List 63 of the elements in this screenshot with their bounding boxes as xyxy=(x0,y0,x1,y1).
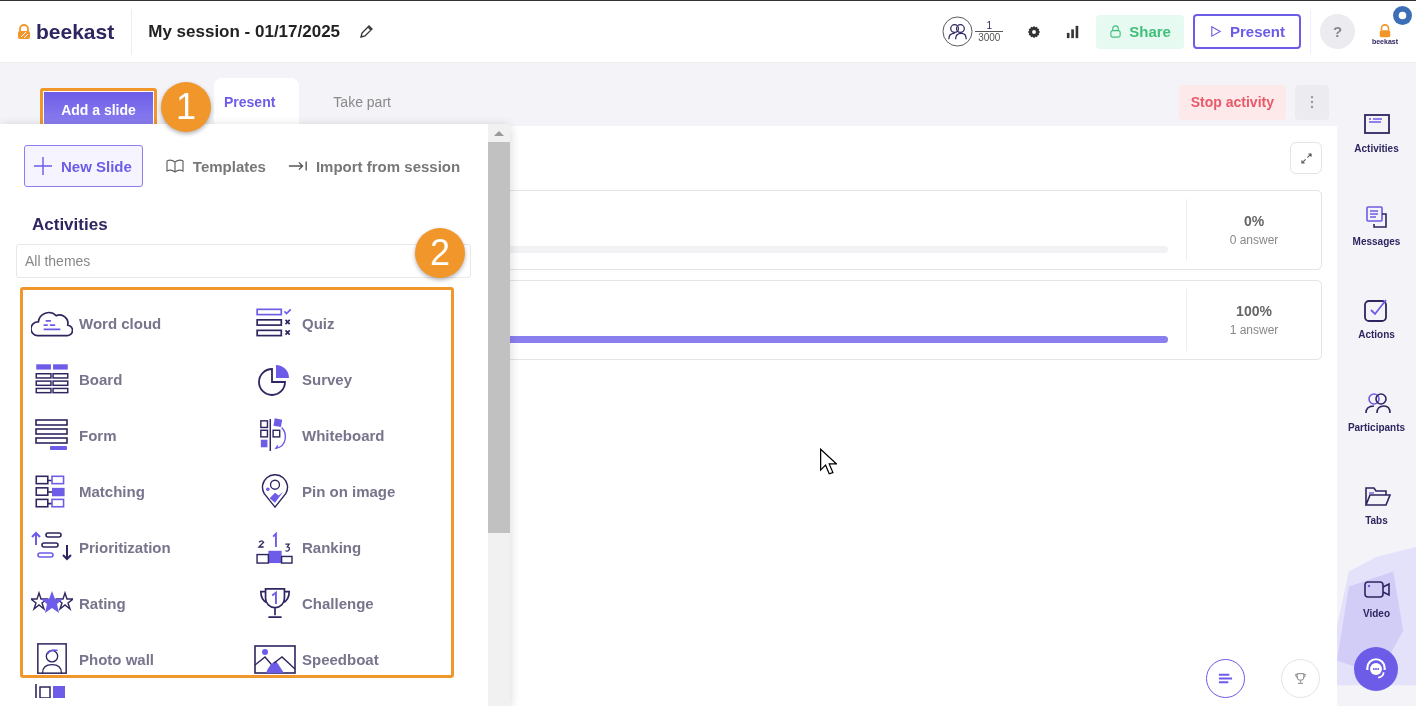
podium-icon xyxy=(254,530,296,564)
sidebar-item[interactable]: Activities xyxy=(1354,111,1399,154)
sidebar-item[interactable]: Participants xyxy=(1347,390,1406,433)
activity-item[interactable]: Speedboat xyxy=(254,631,451,687)
panel-action-link[interactable]: Templates xyxy=(164,145,266,187)
scrollbar[interactable] xyxy=(488,124,510,706)
lock-icon xyxy=(1109,25,1123,38)
list-lines-icon xyxy=(1218,672,1233,685)
settings-icon[interactable] xyxy=(1027,24,1042,39)
activity-item[interactable]: Ranking xyxy=(254,519,451,575)
activity-item[interactable]: Pin on image xyxy=(254,463,451,519)
result-percent: 0% xyxy=(1243,213,1265,229)
trophy-icon xyxy=(1293,672,1308,685)
activity-item[interactable]: Board xyxy=(31,351,254,407)
arrow-to-bar-icon xyxy=(287,159,308,173)
participants-icon[interactable] xyxy=(942,16,974,47)
result-percent: 100% xyxy=(1236,303,1272,319)
tab[interactable]: Present xyxy=(214,78,300,126)
activity-item[interactable]: Form xyxy=(31,407,254,463)
step-callout: 1 xyxy=(161,82,211,132)
answer-count: 0 answer xyxy=(1229,233,1279,247)
scrollbar-thumb[interactable] xyxy=(488,142,510,533)
activity-item[interactable]: Challenge xyxy=(254,575,451,631)
open-book-icon xyxy=(164,159,185,173)
participant-count: 1 xyxy=(975,20,1004,32)
logo-text: beekast xyxy=(36,19,115,44)
pencil-icon[interactable] xyxy=(358,23,375,40)
people-icon xyxy=(1362,390,1391,416)
sidebar-item[interactable]: Video xyxy=(1362,576,1391,619)
landscape-picture-icon xyxy=(254,642,296,676)
account-lock-icon xyxy=(1378,24,1392,38)
tab[interactable]: Take part xyxy=(323,78,403,126)
answer-count: 1 answer xyxy=(1229,323,1279,337)
expand-arrows-icon xyxy=(1300,152,1312,164)
session-title: My session - 01/17/2025 xyxy=(148,21,341,42)
bar-chart-icon[interactable] xyxy=(1066,24,1081,39)
new-slide-button[interactable]: New Slide xyxy=(24,145,143,187)
activity-item[interactable]: Survey xyxy=(254,351,451,407)
activity-item[interactable]: Photo wall xyxy=(31,631,254,687)
list-view-button[interactable] xyxy=(1206,659,1245,698)
avatar-badge-icon xyxy=(1393,6,1412,25)
logo-lock-icon xyxy=(16,23,32,40)
sidebar-item[interactable]: Actions xyxy=(1358,297,1395,340)
vertical-dots-icon xyxy=(1310,95,1314,109)
present-button[interactable]: Present xyxy=(1192,14,1301,49)
sidebar-item[interactable]: Messages xyxy=(1352,204,1401,247)
scroll-up-arrow-icon[interactable] xyxy=(494,130,504,136)
panel-action-link[interactable]: Import from session xyxy=(287,145,461,187)
activity-item[interactable]: Rating xyxy=(31,575,254,631)
stop-activity-button[interactable]: Stop activity xyxy=(1178,84,1286,120)
activity-item[interactable]: Whiteboard xyxy=(254,407,451,463)
participant-limit: 3000 xyxy=(978,32,1001,43)
activity-item[interactable]: Prioritization xyxy=(31,519,254,575)
play-icon xyxy=(1208,25,1222,38)
mouse-cursor-icon xyxy=(819,448,837,475)
activity-item[interactable]: Matching xyxy=(31,463,254,519)
activity-item[interactable]: Quiz xyxy=(254,295,451,351)
section-heading: Activities xyxy=(32,215,109,235)
plus-icon xyxy=(33,156,53,176)
help-button[interactable]: ? xyxy=(1320,14,1355,49)
sidebar-item[interactable]: Tabs xyxy=(1362,483,1391,526)
slide-panel-icon xyxy=(1362,111,1391,137)
activity-item[interactable]: Word cloud xyxy=(31,295,254,351)
